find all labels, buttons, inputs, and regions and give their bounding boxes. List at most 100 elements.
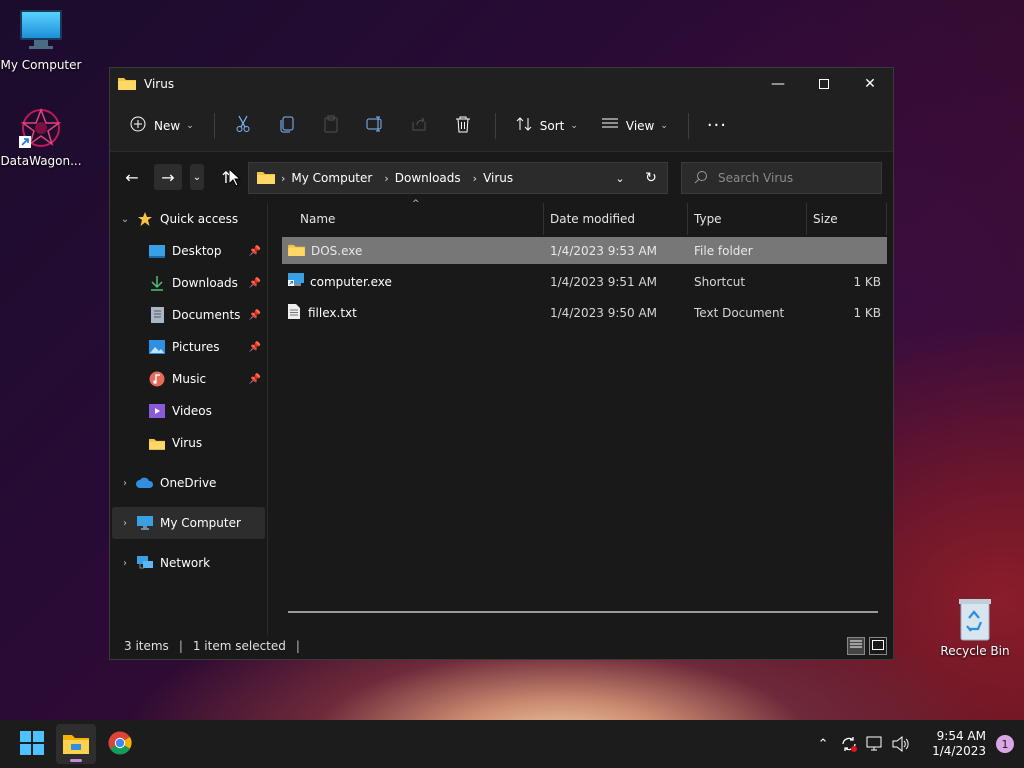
file-explorer-window: Virus — ✕ New ⌄ Sort ⌄ View ⌄ ··· ← → ⌄ … xyxy=(109,67,894,660)
sidebar-item-label: Virus xyxy=(172,436,203,450)
rename-button[interactable] xyxy=(361,110,389,142)
details-view-button[interactable] xyxy=(847,637,865,655)
new-button[interactable]: New ⌄ xyxy=(124,110,200,142)
more-options-button[interactable]: ··· xyxy=(703,110,731,142)
taskbar-file-explorer[interactable] xyxy=(56,724,96,764)
paste-button[interactable] xyxy=(317,110,345,142)
copy-button[interactable] xyxy=(273,110,301,142)
copy-icon xyxy=(279,115,295,136)
back-button[interactable]: ← xyxy=(118,164,146,190)
cut-button[interactable] xyxy=(229,110,257,142)
delete-button[interactable] xyxy=(449,110,477,142)
horizontal-scrollbar[interactable] xyxy=(288,611,878,613)
more-icon: ··· xyxy=(706,115,727,136)
desktop-icon-datawagon[interactable]: DataWagon... xyxy=(0,106,82,168)
sidebar-item-network[interactable]: › Network xyxy=(110,547,267,579)
column-header-size[interactable]: Size xyxy=(807,203,887,235)
sidebar-item-videos[interactable]: Videos xyxy=(110,395,267,427)
file-row[interactable]: DOS.exe 1/4/2023 9:53 AM File folder xyxy=(282,237,887,264)
sidebar-item-downloads[interactable]: Downloads 📌 xyxy=(110,267,267,299)
taskbar-chrome[interactable] xyxy=(100,724,140,764)
column-header-date-modified[interactable]: Date modified xyxy=(544,203,688,235)
title-bar[interactable]: Virus — ✕ xyxy=(110,68,893,100)
refresh-icon[interactable]: ↻ xyxy=(635,170,667,186)
pin-icon[interactable]: 📌 xyxy=(249,246,261,257)
close-button[interactable]: ✕ xyxy=(847,68,893,100)
file-list-pane: ^ Name Date modified Type Size DOS.exe 1… xyxy=(282,199,887,635)
recycle-bin-icon xyxy=(953,596,997,641)
selection-count: 1 item selected xyxy=(192,639,286,653)
breadcrumb-virus[interactable]: Virus xyxy=(483,171,513,185)
windows-start-icon xyxy=(20,730,44,758)
pin-icon[interactable]: 📌 xyxy=(249,310,261,321)
system-clock[interactable]: 9:54 AM 1/4/2023 xyxy=(932,729,986,759)
sidebar-item-virus[interactable]: Virus xyxy=(110,427,267,459)
sidebar-item-documents[interactable]: Documents 📌 xyxy=(110,299,267,331)
volume-icon[interactable] xyxy=(889,732,913,756)
breadcrumb-downloads[interactable]: Downloads xyxy=(395,171,461,185)
trash-icon xyxy=(455,115,471,136)
notification-badge[interactable]: 1 xyxy=(996,735,1014,753)
share-button[interactable] xyxy=(405,110,433,142)
show-hidden-icons-button[interactable]: ⌃ xyxy=(811,732,835,756)
shortcut-icon xyxy=(288,273,304,290)
pin-icon[interactable]: 📌 xyxy=(249,374,261,385)
forward-button[interactable]: → xyxy=(154,164,182,190)
address-history-chevron-icon[interactable]: ⌄ xyxy=(605,172,635,185)
expand-chevron-icon[interactable]: › xyxy=(118,518,132,529)
view-list-icon xyxy=(601,117,618,134)
column-header-type[interactable]: Type xyxy=(688,203,807,235)
plus-circle-icon xyxy=(130,116,146,135)
file-name-cell: fillex.txt xyxy=(282,303,544,322)
rename-icon xyxy=(366,116,384,135)
expand-chevron-icon[interactable]: ⌄ xyxy=(118,214,132,225)
expand-chevron-icon[interactable]: › xyxy=(118,478,132,489)
desktop-icon-label: My Computer xyxy=(0,58,82,72)
file-name-cell: DOS.exe xyxy=(282,243,544,259)
recent-locations-button[interactable]: ⌄ xyxy=(190,164,204,190)
sidebar-item-label: Downloads xyxy=(172,276,238,290)
file-name: fillex.txt xyxy=(308,305,357,320)
sidebar-item-music[interactable]: Music 📌 xyxy=(110,363,267,395)
sidebar-item-my-computer[interactable]: › My Computer xyxy=(112,507,265,539)
sidebar-item-quick-access[interactable]: ⌄ Quick access xyxy=(110,203,267,235)
column-headers: Name Date modified Type Size xyxy=(282,203,887,235)
start-button[interactable] xyxy=(12,724,52,764)
sidebar-item-label: Quick access xyxy=(160,212,239,226)
search-input[interactable] xyxy=(718,171,878,185)
pin-icon[interactable]: 📌 xyxy=(249,278,261,289)
maximize-button[interactable] xyxy=(801,68,847,100)
status-bar: 3 items | 1 item selected | xyxy=(110,633,893,659)
address-bar[interactable]: › My Computer › Downloads › Virus ⌄ ↻ xyxy=(248,162,668,194)
search-box[interactable] xyxy=(681,162,882,194)
file-row[interactable]: computer.exe 1/4/2023 9:51 AM Shortcut 1… xyxy=(282,268,887,295)
tiles-view-button[interactable] xyxy=(869,637,887,655)
sidebar-item-desktop[interactable]: Desktop 📌 xyxy=(110,235,267,267)
network-icon xyxy=(136,555,154,571)
view-button[interactable]: View ⌄ xyxy=(596,110,674,142)
network-status-icon[interactable] xyxy=(863,732,887,756)
videos-icon xyxy=(148,403,166,419)
folder-icon xyxy=(148,435,166,451)
breadcrumb-my-computer[interactable]: My Computer xyxy=(291,171,372,185)
status-divider: | xyxy=(178,639,183,653)
sidebar-item-onedrive[interactable]: › OneDrive xyxy=(110,467,267,499)
file-row[interactable]: fillex.txt 1/4/2023 9:50 AM Text Documen… xyxy=(282,299,887,326)
chevron-down-icon: ⌄ xyxy=(192,171,202,183)
chevron-down-icon: ⌄ xyxy=(186,120,194,131)
sidebar-item-pictures[interactable]: Pictures 📌 xyxy=(110,331,267,363)
pin-icon[interactable]: 📌 xyxy=(249,342,261,353)
minimize-button[interactable]: — xyxy=(755,68,801,100)
file-type: Text Document xyxy=(694,305,785,320)
sort-icon xyxy=(516,116,532,135)
column-header-name[interactable]: Name xyxy=(282,203,544,235)
sync-status-icon[interactable] xyxy=(837,732,861,756)
expand-chevron-icon[interactable]: › xyxy=(118,558,132,569)
file-date: 1/4/2023 9:50 AM xyxy=(550,305,658,320)
sort-button[interactable]: Sort ⌄ xyxy=(510,110,584,142)
desktop-icon-recycle-bin[interactable]: Recycle Bin xyxy=(934,596,1016,658)
minimize-icon: — xyxy=(771,76,785,92)
toolbar-divider xyxy=(687,112,689,139)
desktop-icon-my-computer[interactable]: My Computer xyxy=(0,10,82,72)
navigation-pane: ⌄ Quick access Desktop 📌 Downloads 📌 Doc… xyxy=(110,203,268,635)
